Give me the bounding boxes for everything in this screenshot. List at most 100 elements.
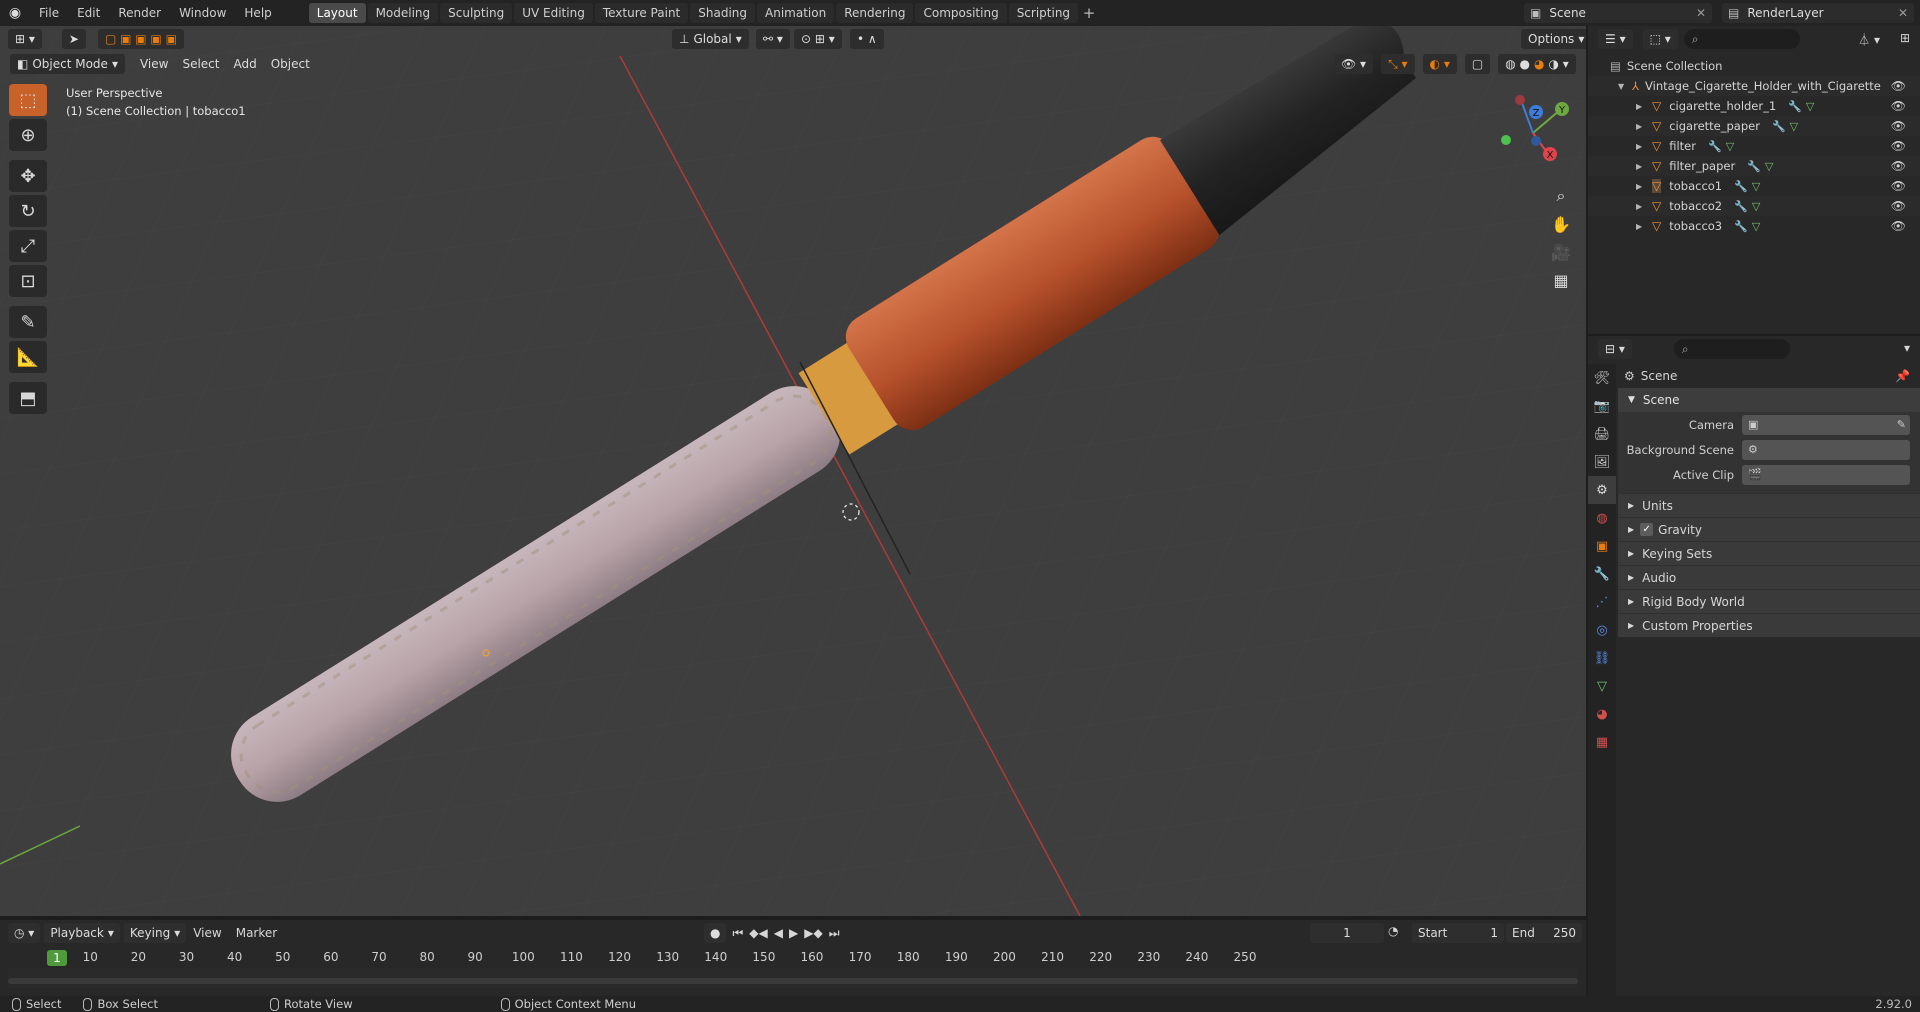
mesh-data-icon[interactable]: ▽ <box>1726 140 1734 153</box>
outliner-root[interactable]: ▤ Scene Collection <box>1588 56 1920 76</box>
mesh-data-icon[interactable]: ▽ <box>1752 180 1760 193</box>
window-menu[interactable]: Window <box>170 0 235 26</box>
tab-texture[interactable]: ▦ <box>1588 728 1616 756</box>
outliner[interactable]: ☰ ▾ ⬚ ▾ ⌕ ⏃ ▾ ⊞ ▤ Scene Collection ▼ ⅄ V… <box>1588 26 1920 334</box>
outliner-item-filter[interactable]: ▶ ▽ filter 🔧 ▽ 👁 <box>1588 136 1920 156</box>
outliner-item-filter-paper[interactable]: ▶ ▽ filter_paper 🔧 ▽ 👁 <box>1588 156 1920 176</box>
eye-icon[interactable]: 👁 <box>1891 119 1906 133</box>
new-collection-icon[interactable]: ⊞ <box>1900 31 1910 45</box>
tab-rendering[interactable]: Rendering <box>836 3 914 23</box>
timeline-marker-menu[interactable]: Marker <box>229 926 284 940</box>
select-box-tool[interactable]: ⬚ <box>9 84 47 116</box>
custom-properties-panel[interactable]: ▶ Custom Properties <box>1618 613 1920 637</box>
move-tool[interactable]: ✥ <box>9 160 47 192</box>
selection-mode-group[interactable]: ▢ ▣ ▣ ▣ ▣ <box>97 29 184 49</box>
editor-type-button[interactable]: ⊞ ▾ <box>8 29 42 49</box>
tab-material[interactable]: ◕ <box>1588 700 1616 728</box>
properties-search-input[interactable]: ⌕ <box>1673 339 1790 359</box>
tab-modifiers[interactable]: 🔧 <box>1588 560 1616 588</box>
shading-mode-group[interactable]: ◍ ● ◕ ◑ ▾ <box>1498 54 1576 74</box>
pivot-dropdown[interactable]: ⚯ ▾ <box>756 29 790 49</box>
overlay-toggle[interactable]: ◐ ▾ <box>1422 54 1457 74</box>
expand-right-icon[interactable]: ▶ <box>1636 182 1646 191</box>
3d-viewport[interactable]: ⊞ ▾ ➤ ▢ ▣ ▣ ▣ ▣ ⊥ Global ▾ ⚯ ▾ ⊙ ⊞ ▾ • ∧… <box>0 26 1586 916</box>
expand-right-icon[interactable]: ▶ <box>1636 202 1646 211</box>
timeline-editor-type-button[interactable]: ◷ ▾ <box>8 923 41 943</box>
stopwatch-icon[interactable]: ◔ <box>1388 924 1398 938</box>
gravity-checkbox[interactable]: ✓ <box>1640 523 1654 536</box>
mesh-data-icon[interactable]: ▽ <box>1752 220 1760 233</box>
modifier-wrench-icon[interactable]: 🔧 <box>1708 140 1722 153</box>
mesh-data-icon[interactable]: ▽ <box>1752 200 1760 213</box>
proportional-edit-toggle[interactable]: • ∧ <box>850 29 884 49</box>
units-panel[interactable]: ▶ Units <box>1618 493 1920 517</box>
scene-selector[interactable]: ▣ Scene ✕ <box>1524 3 1712 23</box>
gizmo-neg-x[interactable] <box>1515 95 1525 105</box>
object-menu[interactable]: Object <box>264 57 317 71</box>
mesh-data-icon[interactable]: ▽ <box>1765 160 1773 173</box>
tab-compositing[interactable]: Compositing <box>915 3 1007 23</box>
zoom-icon[interactable]: ⌕ <box>1547 182 1575 210</box>
tab-tool[interactable]: 🛠 <box>1588 364 1616 392</box>
end-frame-field[interactable]: End 250 <box>1506 923 1582 943</box>
options-dropdown[interactable]: Options ▾ <box>1521 29 1586 49</box>
add-workspace-button[interactable]: + <box>1080 3 1098 23</box>
outliner-item-tobacco3[interactable]: ▶ ▽ tobacco3 🔧 ▽ 👁 <box>1588 216 1920 236</box>
eye-icon[interactable]: 👁 <box>1891 139 1906 153</box>
jump-end-icon[interactable]: ⏭ <box>829 926 840 941</box>
properties-editor-type-button[interactable]: ⊟ ▾ <box>1598 339 1632 359</box>
frame-ruler[interactable]: 1102030405060708090100110120130140150160… <box>8 948 1578 968</box>
pin-icon[interactable]: 📌 <box>1895 369 1910 383</box>
scene-panel-header[interactable]: ▼ Scene <box>1618 388 1920 412</box>
xray-toggle[interactable]: ▢ <box>1464 54 1491 74</box>
help-menu[interactable]: Help <box>235 0 280 26</box>
transform-tool[interactable]: ⊡ <box>9 265 47 297</box>
eye-icon[interactable]: 👁 <box>1891 79 1906 93</box>
tab-layout[interactable]: Layout <box>308 3 366 23</box>
modifier-wrench-icon[interactable]: 🔧 <box>1772 120 1786 133</box>
gizmo-toggle[interactable]: ⤡ ▾ <box>1381 54 1415 74</box>
timeline-track-area[interactable] <box>8 968 1578 988</box>
ortho-grid-icon[interactable]: ▦ <box>1547 266 1575 294</box>
snap-toggle[interactable]: ⊙ ⊞ ▾ <box>794 29 842 49</box>
tab-world[interactable]: ◍ <box>1588 504 1616 532</box>
close-icon[interactable]: ✕ <box>1696 6 1706 20</box>
start-frame-field[interactable]: Start 1 <box>1412 923 1504 943</box>
outliner-item-tobacco1[interactable]: ▶ ▽ tobacco1 🔧 ▽ 👁 <box>1588 176 1920 196</box>
measure-tool[interactable]: 📐 <box>9 341 47 373</box>
close-icon[interactable]: ✕ <box>1898 6 1908 20</box>
select-tool-button[interactable]: ➤ <box>61 29 86 49</box>
tab-physics[interactable]: ◎ <box>1588 616 1616 644</box>
camera-view-icon[interactable]: 🎥 <box>1547 238 1575 266</box>
visibility-toggle[interactable]: 👁 ▾ <box>1334 54 1374 74</box>
eye-icon[interactable]: 👁 <box>1891 99 1906 113</box>
modifier-wrench-icon[interactable]: 🔧 <box>1747 160 1761 173</box>
gravity-panel[interactable]: ▶ ✓ Gravity <box>1618 517 1920 541</box>
tab-particles[interactable]: ⋰ <box>1588 588 1616 616</box>
timeline-scrollbar[interactable] <box>8 978 1578 984</box>
modifier-wrench-icon[interactable]: 🔧 <box>1734 220 1748 233</box>
tab-view-layer[interactable]: 🖼 <box>1588 448 1616 476</box>
audio-panel[interactable]: ▶ Audio <box>1618 565 1920 589</box>
modifier-wrench-icon[interactable]: 🔧 <box>1788 100 1802 113</box>
properties-editor[interactable]: ⊟ ▾ ⌕ ▾ 🛠 📷 🖨 🖼 ⚙ ◍ ▣ 🔧 ⋰ ◎ ⛓ ▽ ◕ ▦ ⚙ Sc… <box>1588 336 1920 996</box>
eye-icon[interactable]: 👁 <box>1891 179 1906 193</box>
camera-field[interactable]: ▣ ✎ <box>1742 414 1910 435</box>
viewport-scene[interactable] <box>0 26 1586 916</box>
outliner-search-input[interactable]: ⌕ <box>1683 29 1800 49</box>
current-frame-field[interactable]: 1 <box>1310 923 1384 943</box>
eye-icon[interactable]: 👁 <box>1891 199 1906 213</box>
tab-scene[interactable]: ⚙ <box>1588 476 1616 504</box>
eye-icon[interactable]: 👁 <box>1891 219 1906 233</box>
rotate-tool[interactable]: ↻ <box>9 195 47 227</box>
view-menu[interactable]: View <box>133 57 175 71</box>
tab-object[interactable]: ▣ <box>1588 532 1616 560</box>
select-menu[interactable]: Select <box>175 57 226 71</box>
expand-right-icon[interactable]: ▶ <box>1636 162 1646 171</box>
active-clip-field[interactable]: 🎬 <box>1742 464 1910 485</box>
playhead[interactable]: 1 <box>47 950 67 966</box>
tab-data[interactable]: ▽ <box>1588 672 1616 700</box>
record-keyframe-icon[interactable]: ● <box>704 923 727 943</box>
next-keyframe-icon[interactable]: ▶◆ <box>804 926 822 940</box>
render-menu[interactable]: Render <box>109 0 170 26</box>
